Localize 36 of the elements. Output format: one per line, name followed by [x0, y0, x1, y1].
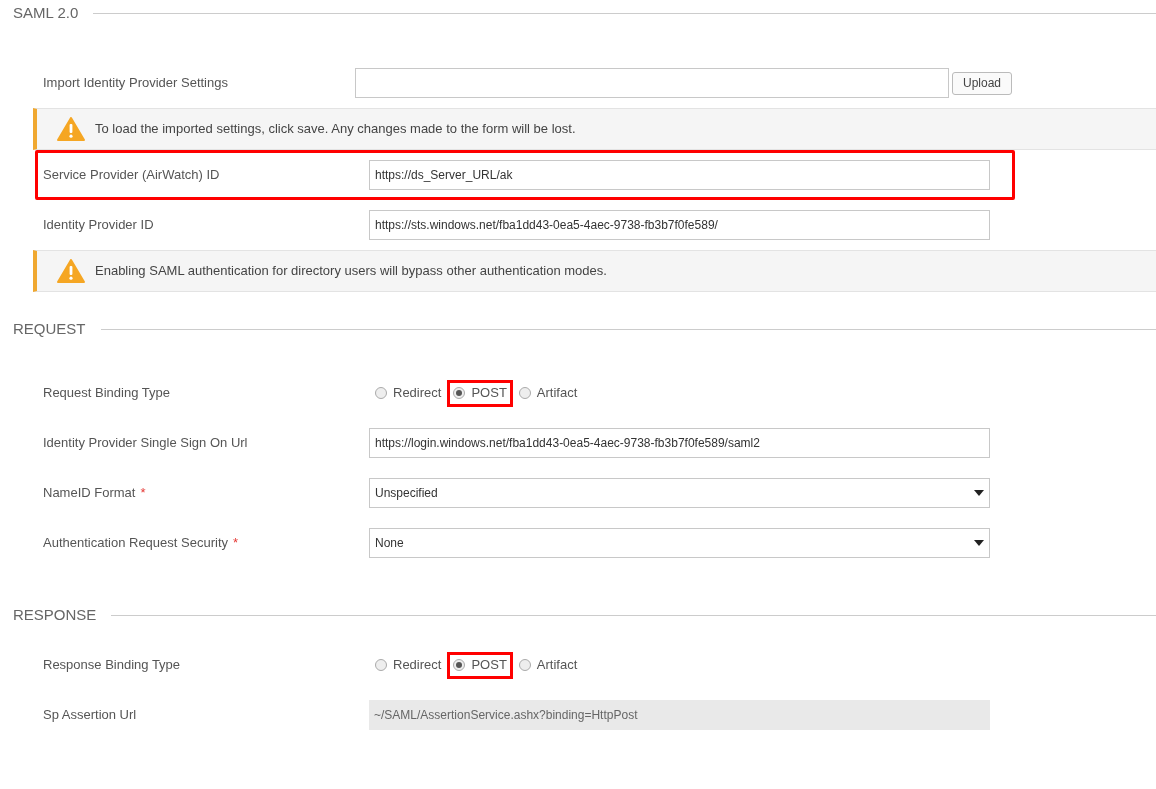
field-label: Service Provider (AirWatch) ID — [43, 166, 220, 185]
section-title: REQUEST — [12, 318, 87, 339]
text-field[interactable]: https://sts.windows.net/fba1dd43-0ea5-4aec-9738-fb3b7f0fe589/ — [369, 210, 990, 240]
alert-text: Enabling SAML authentication for directory users will bypass other authentication modes. — [95, 262, 607, 281]
required-mark: * — [140, 484, 146, 503]
radio-option[interactable]: POST — [447, 379, 513, 407]
dropdown[interactable]: None — [369, 528, 990, 558]
radio-option[interactable]: Redirect — [369, 379, 448, 407]
warning-icon — [57, 117, 85, 141]
field-label: Authentication Request Security — [43, 534, 228, 553]
text-field[interactable]: https://login.windows.net/fba1dd43-0ea5-4aec-9738-fb3b7f0fe589/saml2 — [369, 428, 990, 458]
field-label: Response Binding Type — [43, 656, 181, 675]
field-label: NameID Format — [43, 484, 136, 503]
warning-icon — [57, 259, 85, 283]
alert-text: To load the imported settings, click save. Any changes made to the form will be lost. — [95, 120, 576, 139]
field-label: Identity Provider Single Sign On Url — [43, 434, 248, 453]
dropdown-value: Unspecified — [375, 485, 438, 502]
radio-option[interactable]: Artifact — [512, 379, 584, 407]
section-title: RESPONSE — [12, 604, 98, 625]
text-field[interactable]: https://ds_Server_URL/ak — [369, 160, 990, 190]
required-mark: * — [233, 534, 239, 553]
radio-option[interactable]: POST — [447, 651, 513, 679]
file-path-field[interactable] — [354, 68, 949, 98]
readonly-field[interactable]: ~/SAML/AssertionService.ashx?binding=HttpPost — [369, 700, 990, 730]
section-title: SAML 2.0 — [12, 2, 80, 23]
field-label: Identity Provider ID — [43, 216, 154, 235]
radio-option[interactable]: Redirect — [369, 651, 448, 679]
caret-icon — [974, 490, 984, 496]
dropdown[interactable]: Unspecified — [369, 478, 990, 508]
field-label: Import Identity Provider Settings — [43, 74, 228, 93]
radio-option[interactable]: Artifact — [512, 651, 584, 679]
caret-icon — [974, 540, 984, 546]
upload-button[interactable]: Upload — [951, 71, 1012, 95]
field-label: Request Binding Type — [43, 384, 170, 403]
dropdown-value: None — [375, 535, 404, 552]
field-label: Sp Assertion Url — [43, 706, 137, 725]
